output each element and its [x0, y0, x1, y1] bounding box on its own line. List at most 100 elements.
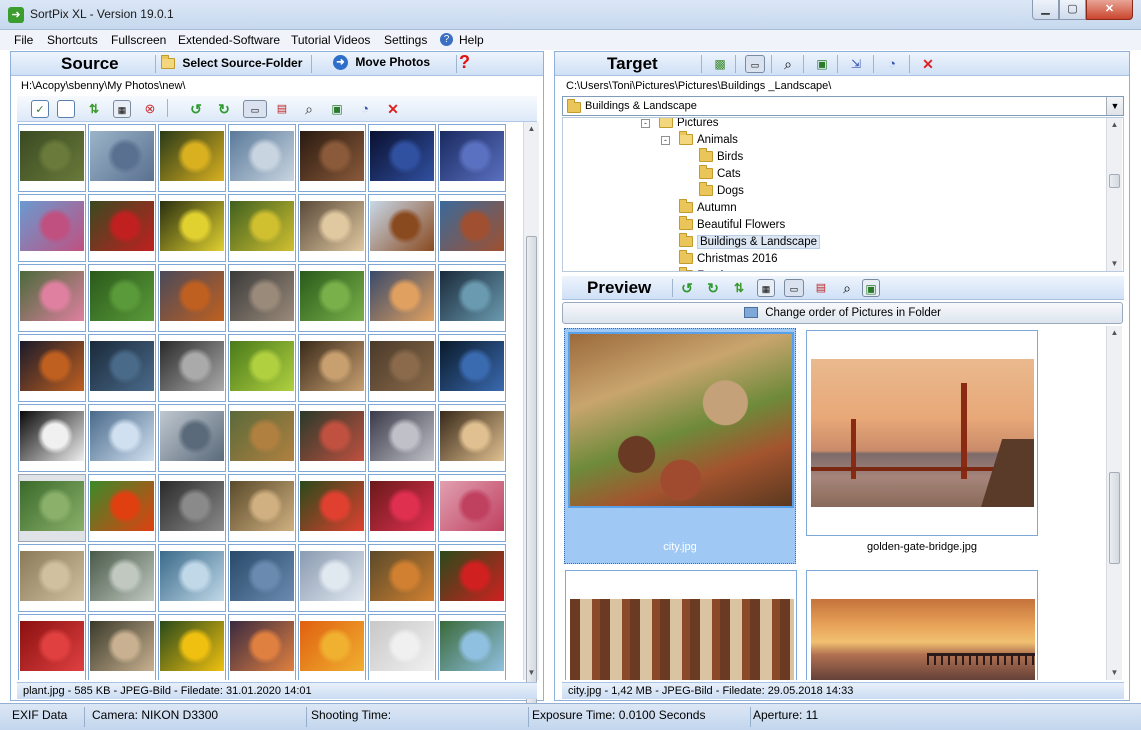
- search-icon[interactable]: ⌕: [300, 100, 318, 118]
- thumbnail-item[interactable]: [228, 474, 296, 542]
- resize-icon[interactable]: ▭: [243, 100, 267, 118]
- thumbnail-item[interactable]: [158, 404, 226, 472]
- thumbnail-item[interactable]: [88, 264, 156, 332]
- thumbnail-item[interactable]: [368, 264, 436, 332]
- thumbnail-item[interactable]: [368, 614, 436, 680]
- thumbnail-item[interactable]: [158, 264, 226, 332]
- refresh-icon[interactable]: ◔: [356, 100, 374, 118]
- thumbnail-item[interactable]: [368, 124, 436, 192]
- preview-list-view-icon[interactable]: ▦: [757, 279, 775, 297]
- thumbnail-item[interactable]: [438, 264, 506, 332]
- tree-scroll-thumb[interactable]: [1109, 174, 1120, 188]
- thumbnail-item[interactable]: [18, 474, 86, 542]
- thumbnail-item[interactable]: [158, 614, 226, 680]
- search-folder-icon[interactable]: ⌕: [779, 55, 797, 73]
- tree-node[interactable]: Food: [679, 267, 723, 271]
- source-scrollbar[interactable]: ▲ ▼: [523, 122, 539, 730]
- thumbnail-item[interactable]: [18, 194, 86, 262]
- collapse-icon[interactable]: -: [661, 136, 670, 145]
- thumbnail-item[interactable]: [158, 194, 226, 262]
- collapse-icon[interactable]: -: [641, 119, 650, 128]
- scroll-down-arrow[interactable]: ▼: [524, 666, 539, 680]
- maximize-button[interactable]: ▢: [1059, 0, 1086, 20]
- preview-sort-icon[interactable]: ⇅: [730, 279, 748, 297]
- select-source-folder-button[interactable]: Select Source-Folder: [161, 55, 302, 70]
- menu-shortcuts[interactable]: Shortcuts: [47, 33, 98, 47]
- preview-item[interactable]: [565, 570, 797, 680]
- preview-scroll-thumb[interactable]: [1109, 472, 1120, 564]
- check-all-icon[interactable]: ✓: [31, 100, 49, 118]
- tree-scrollbar[interactable]: ▲ ▼: [1106, 118, 1122, 271]
- thumbnail-item[interactable]: [18, 544, 86, 612]
- rotate-right-icon[interactable]: ↻: [215, 100, 233, 118]
- thumbnail-item[interactable]: [438, 404, 506, 472]
- thumbnail-item[interactable]: [88, 334, 156, 402]
- change-order-button[interactable]: Change order of Pictures in Folder: [562, 302, 1123, 324]
- thumbnail-item[interactable]: [368, 474, 436, 542]
- preview-item[interactable]: [806, 570, 1038, 680]
- tree-node[interactable]: - Animals: [661, 131, 738, 148]
- thumbnail-item[interactable]: [368, 194, 436, 262]
- thumbnail-item[interactable]: [298, 264, 366, 332]
- thumbnail-item[interactable]: [158, 124, 226, 192]
- preview-scroll-down-arrow[interactable]: ▼: [1107, 666, 1122, 680]
- thumbnail-item[interactable]: [18, 404, 86, 472]
- move-photos-button[interactable]: ➜ Move Photos: [333, 55, 430, 71]
- menu-fullscreen[interactable]: Fullscreen: [111, 33, 166, 47]
- refresh-tree-icon[interactable]: ◔: [883, 55, 901, 73]
- thumbnail-item[interactable]: [438, 334, 506, 402]
- thumbnail-item[interactable]: [298, 474, 366, 542]
- preview-scrollbar[interactable]: ▲ ▼: [1106, 326, 1122, 680]
- thumbnail-item[interactable]: [88, 404, 156, 472]
- thumbnail-item[interactable]: [298, 544, 366, 612]
- edit-icon[interactable]: ▣: [328, 100, 346, 118]
- scroll-up-arrow[interactable]: ▲: [524, 122, 539, 136]
- tree-scroll-down-arrow[interactable]: ▼: [1107, 257, 1122, 271]
- delete-folder-icon[interactable]: ✕: [919, 55, 937, 73]
- tree-node[interactable]: Buildings & Landscape: [679, 233, 820, 250]
- move-folder-icon[interactable]: ⇲: [847, 55, 865, 73]
- tree-node[interactable]: Cats: [699, 165, 741, 182]
- thumbnail-item[interactable]: [18, 264, 86, 332]
- thumbnail-item[interactable]: [438, 544, 506, 612]
- thumbnail-item[interactable]: [88, 544, 156, 612]
- tree-node[interactable]: Birds: [699, 148, 743, 165]
- thumbnail-item[interactable]: [298, 334, 366, 402]
- thumbnail-item[interactable]: [18, 124, 86, 192]
- menu-file[interactable]: File: [14, 33, 33, 47]
- thumbnail-item[interactable]: [228, 264, 296, 332]
- target-folder-dropdown[interactable]: Buildings & Landscape ▼: [562, 96, 1124, 116]
- thumbnail-item[interactable]: [438, 124, 506, 192]
- preview-item[interactable]: city.jpg: [564, 328, 796, 564]
- cancel-icon[interactable]: ✕: [384, 100, 402, 118]
- thumbnail-item[interactable]: [438, 194, 506, 262]
- thumbnail-item[interactable]: [228, 544, 296, 612]
- thumbnail-item[interactable]: [228, 334, 296, 402]
- thumbnail-item[interactable]: [88, 474, 156, 542]
- delete-view-icon[interactable]: ⊗: [141, 100, 159, 118]
- thumbnail-item[interactable]: [88, 194, 156, 262]
- preview-search-icon[interactable]: ⌕: [838, 279, 856, 297]
- preview-properties-icon[interactable]: ▤: [812, 279, 830, 297]
- thumbnail-item[interactable]: [368, 334, 436, 402]
- thumbnail-item[interactable]: [368, 544, 436, 612]
- thumbnail-item[interactable]: [88, 614, 156, 680]
- new-folder-icon[interactable]: ▩: [711, 55, 729, 73]
- thumbnail-item[interactable]: [298, 614, 366, 680]
- scroll-thumb[interactable]: [526, 236, 537, 730]
- tree-node[interactable]: Autumn: [679, 199, 737, 216]
- tree-node[interactable]: - Pictures: [641, 118, 719, 131]
- thumbnail-item[interactable]: [158, 474, 226, 542]
- preview-scroll-up-arrow[interactable]: ▲: [1107, 326, 1122, 340]
- thumbnail-item[interactable]: [438, 474, 506, 542]
- close-button[interactable]: ✕: [1086, 0, 1133, 20]
- preview-edit-icon[interactable]: ▣: [862, 279, 880, 297]
- tree-node[interactable]: Beautiful Flowers: [679, 216, 785, 233]
- chevron-down-icon[interactable]: ▼: [1106, 97, 1123, 115]
- thumbnail-item[interactable]: [298, 124, 366, 192]
- preview-resize-icon[interactable]: ▭: [784, 279, 804, 297]
- thumbnail-item[interactable]: [158, 544, 226, 612]
- thumbnail-item[interactable]: [228, 404, 296, 472]
- menu-settings[interactable]: Settings: [384, 33, 427, 47]
- edit-folder-icon[interactable]: ▣: [813, 55, 831, 73]
